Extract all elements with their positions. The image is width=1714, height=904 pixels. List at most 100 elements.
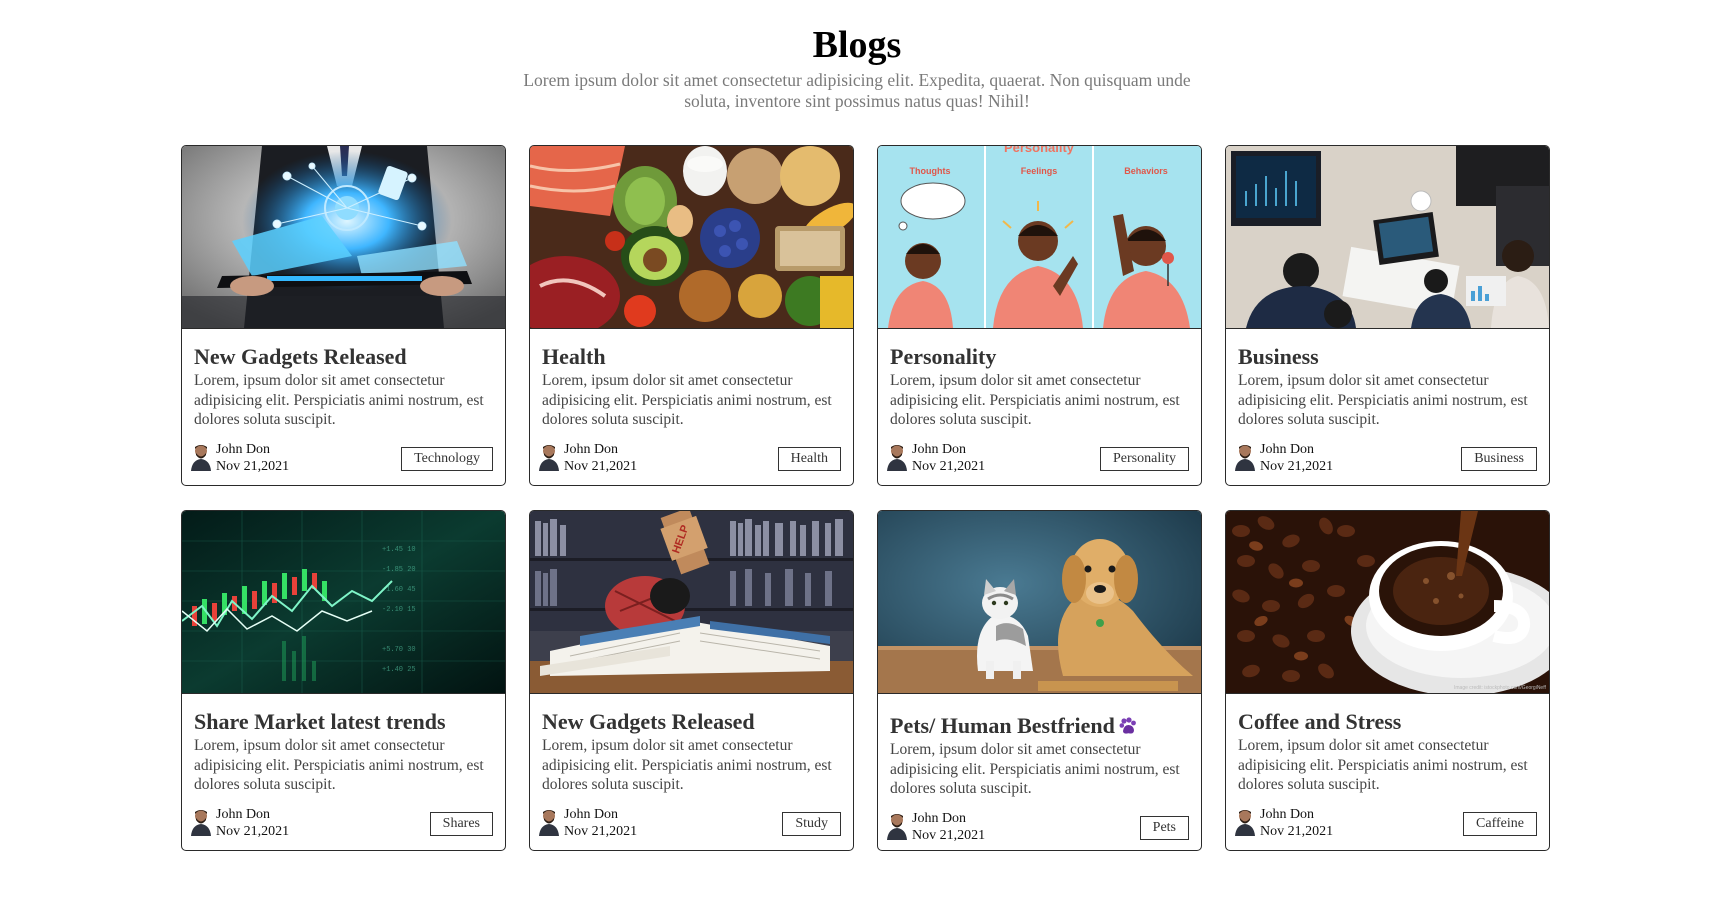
card-body: Personality Lorem, ipsum dolor sit amet … <box>878 329 1201 430</box>
card-description: Lorem, ipsum dolor sit amet consectetur … <box>890 741 1180 797</box>
blog-card-technology[interactable]: New Gadgets Released Lorem, ipsum dolor … <box>181 145 506 486</box>
svg-text:Feelings: Feelings <box>1021 166 1058 176</box>
card-body: Share Market latest trends Lorem, ipsum … <box>182 694 505 795</box>
author-avatar <box>191 445 211 471</box>
author-name: John Don <box>216 442 271 457</box>
post-date: Nov 21,2021 <box>912 828 986 843</box>
blog-page: Blogs Lorem ipsum dolor sit amet consect… <box>0 0 1714 904</box>
card-body: New Gadgets Released Lorem, ipsum dolor … <box>530 694 853 795</box>
svg-text:Behaviors: Behaviors <box>1124 166 1168 176</box>
card-image-business-meeting <box>1226 146 1549 329</box>
svg-text:Personality: Personality <box>1004 146 1075 155</box>
author-info: John Don Nov 21,2021 <box>912 441 985 475</box>
card-footer: John Don Nov 21,2021 Caffeine <box>1234 806 1537 840</box>
card-image-stock-chart: +1.45 10 -1.85 20 +1.60 45 -2.10 15 +5.70 … <box>182 511 505 694</box>
author-avatar <box>887 814 907 840</box>
author-avatar <box>1235 445 1255 471</box>
author-name: John Don <box>912 811 967 826</box>
author-info: John Don Nov 21,2021 <box>564 806 637 840</box>
card-description: Lorem, ipsum dolor sit amet consectetur … <box>542 372 832 428</box>
card-footer: John Don Nov 21,2021 Business <box>1234 441 1537 475</box>
svg-text:+1.45 10: +1.45 10 <box>382 546 416 554</box>
blog-card-health[interactable]: Health Lorem, ipsum dolor sit amet conse… <box>529 145 854 486</box>
card-title[interactable]: Business <box>1238 345 1537 369</box>
author-name: John Don <box>216 807 271 822</box>
post-date: Nov 21,2021 <box>912 459 986 474</box>
category-tag[interactable]: Study <box>782 812 841 836</box>
category-tag[interactable]: Personality <box>1100 447 1189 471</box>
svg-text:Image credit: istockphoto.com/: Image credit: istockphoto.com/GeorgiNeff <box>1454 685 1547 691</box>
card-description: Lorem, ipsum dolor sit amet consectetur … <box>1238 737 1528 793</box>
author-avatar <box>539 445 559 471</box>
category-tag[interactable]: Pets <box>1139 816 1189 840</box>
post-date: Nov 21,2021 <box>564 824 638 839</box>
card-footer: John Don Nov 21,2021 Personality <box>886 441 1189 475</box>
post-date: Nov 21,2021 <box>564 459 638 474</box>
author-info: John Don Nov 21,2021 <box>564 441 637 475</box>
svg-text:-2.10 15: -2.10 15 <box>382 606 416 614</box>
blog-card-business[interactable]: Business Lorem, ipsum dolor sit amet con… <box>1225 145 1550 486</box>
svg-text:+1.40 25: +1.40 25 <box>382 666 416 674</box>
card-body: Coffee and Stress Lorem, ipsum dolor sit… <box>1226 694 1549 795</box>
card-footer: John Don Nov 21,2021 Health <box>538 441 841 475</box>
card-image-personality: Personality Thoughts Feelings Behaviors <box>878 146 1201 329</box>
blog-card-grid: New Gadgets Released Lorem, ipsum dolor … <box>181 145 1551 851</box>
author-info: John Don Nov 21,2021 <box>216 806 289 840</box>
author-info: John Don Nov 21,2021 <box>1260 806 1333 840</box>
svg-text:Thoughts: Thoughts <box>910 166 951 176</box>
card-title[interactable]: Coffee and Stress <box>1238 710 1537 734</box>
card-image-health-food <box>530 146 853 329</box>
card-image-student-books: HELP <box>530 511 853 694</box>
author-avatar <box>887 445 907 471</box>
post-date: Nov 21,2021 <box>216 459 290 474</box>
author-name: John Don <box>564 442 619 457</box>
card-title[interactable]: Pets/ Human Bestfriend <box>890 714 1189 738</box>
category-tag[interactable]: Caffeine <box>1463 812 1537 836</box>
author-name: John Don <box>1260 442 1315 457</box>
card-image-coffee: Image credit: istockphoto.com/GeorgiNeff <box>1226 511 1549 694</box>
purple-paw-icon <box>1119 717 1136 734</box>
blog-header: Blogs Lorem ipsum dolor sit amet consect… <box>0 0 1714 112</box>
card-footer: John Don Nov 21,2021 Pets <box>886 810 1189 844</box>
category-tag[interactable]: Business <box>1461 447 1537 471</box>
author-avatar <box>191 810 211 836</box>
author-info: John Don Nov 21,2021 <box>1260 441 1333 475</box>
blog-card-caffeine[interactable]: Image credit: istockphoto.com/GeorgiNeff… <box>1225 510 1550 851</box>
author-info: John Don Nov 21,2021 <box>216 441 289 475</box>
blog-card-personality[interactable]: Personality Thoughts Feelings Behaviors <box>877 145 1202 486</box>
author-name: John Don <box>912 442 967 457</box>
card-title[interactable]: New Gadgets Released <box>194 345 493 369</box>
category-tag[interactable]: Shares <box>429 812 493 836</box>
author-info: John Don Nov 21,2021 <box>912 810 985 844</box>
blog-card-pets[interactable]: Pets/ Human Bestfriend Lorem, ipsum dolo… <box>877 510 1202 851</box>
card-title[interactable]: Health <box>542 345 841 369</box>
category-tag[interactable]: Health <box>777 447 841 471</box>
card-description: Lorem, ipsum dolor sit amet consectetur … <box>1238 372 1528 428</box>
card-footer: John Don Nov 21,2021 Technology <box>190 441 493 475</box>
category-tag[interactable]: Technology <box>401 447 493 471</box>
post-date: Nov 21,2021 <box>216 824 290 839</box>
post-date: Nov 21,2021 <box>1260 459 1334 474</box>
svg-text:+5.70 30: +5.70 30 <box>382 646 416 654</box>
card-description: Lorem, ipsum dolor sit amet consectetur … <box>194 372 484 428</box>
card-description: Lorem, ipsum dolor sit amet consectetur … <box>890 372 1180 428</box>
card-description: Lorem, ipsum dolor sit amet consectetur … <box>542 737 832 793</box>
card-title[interactable]: Personality <box>890 345 1189 369</box>
card-title[interactable]: Share Market latest trends <box>194 710 493 734</box>
author-name: John Don <box>1260 807 1315 822</box>
page-title: Blogs <box>812 24 902 66</box>
author-avatar <box>1235 810 1255 836</box>
blog-card-shares[interactable]: +1.45 10 -1.85 20 +1.60 45 -2.10 15 +5.70 … <box>181 510 506 851</box>
card-body: Health Lorem, ipsum dolor sit amet conse… <box>530 329 853 430</box>
svg-text:-1.85 20: -1.85 20 <box>382 566 416 574</box>
card-footer: John Don Nov 21,2021 Study <box>538 806 841 840</box>
card-title-text: Pets/ Human Bestfriend <box>890 713 1115 738</box>
card-title[interactable]: New Gadgets Released <box>542 710 841 734</box>
card-body: New Gadgets Released Lorem, ipsum dolor … <box>182 329 505 430</box>
card-image-gadgets <box>182 146 505 329</box>
blog-card-study[interactable]: HELP New Gadgets Released Lorem, ipsum d… <box>529 510 854 851</box>
post-date: Nov 21,2021 <box>1260 824 1334 839</box>
card-image-cat-and-dog <box>878 511 1201 694</box>
card-body: Business Lorem, ipsum dolor sit amet con… <box>1226 329 1549 430</box>
card-description: Lorem, ipsum dolor sit amet consectetur … <box>194 737 484 793</box>
